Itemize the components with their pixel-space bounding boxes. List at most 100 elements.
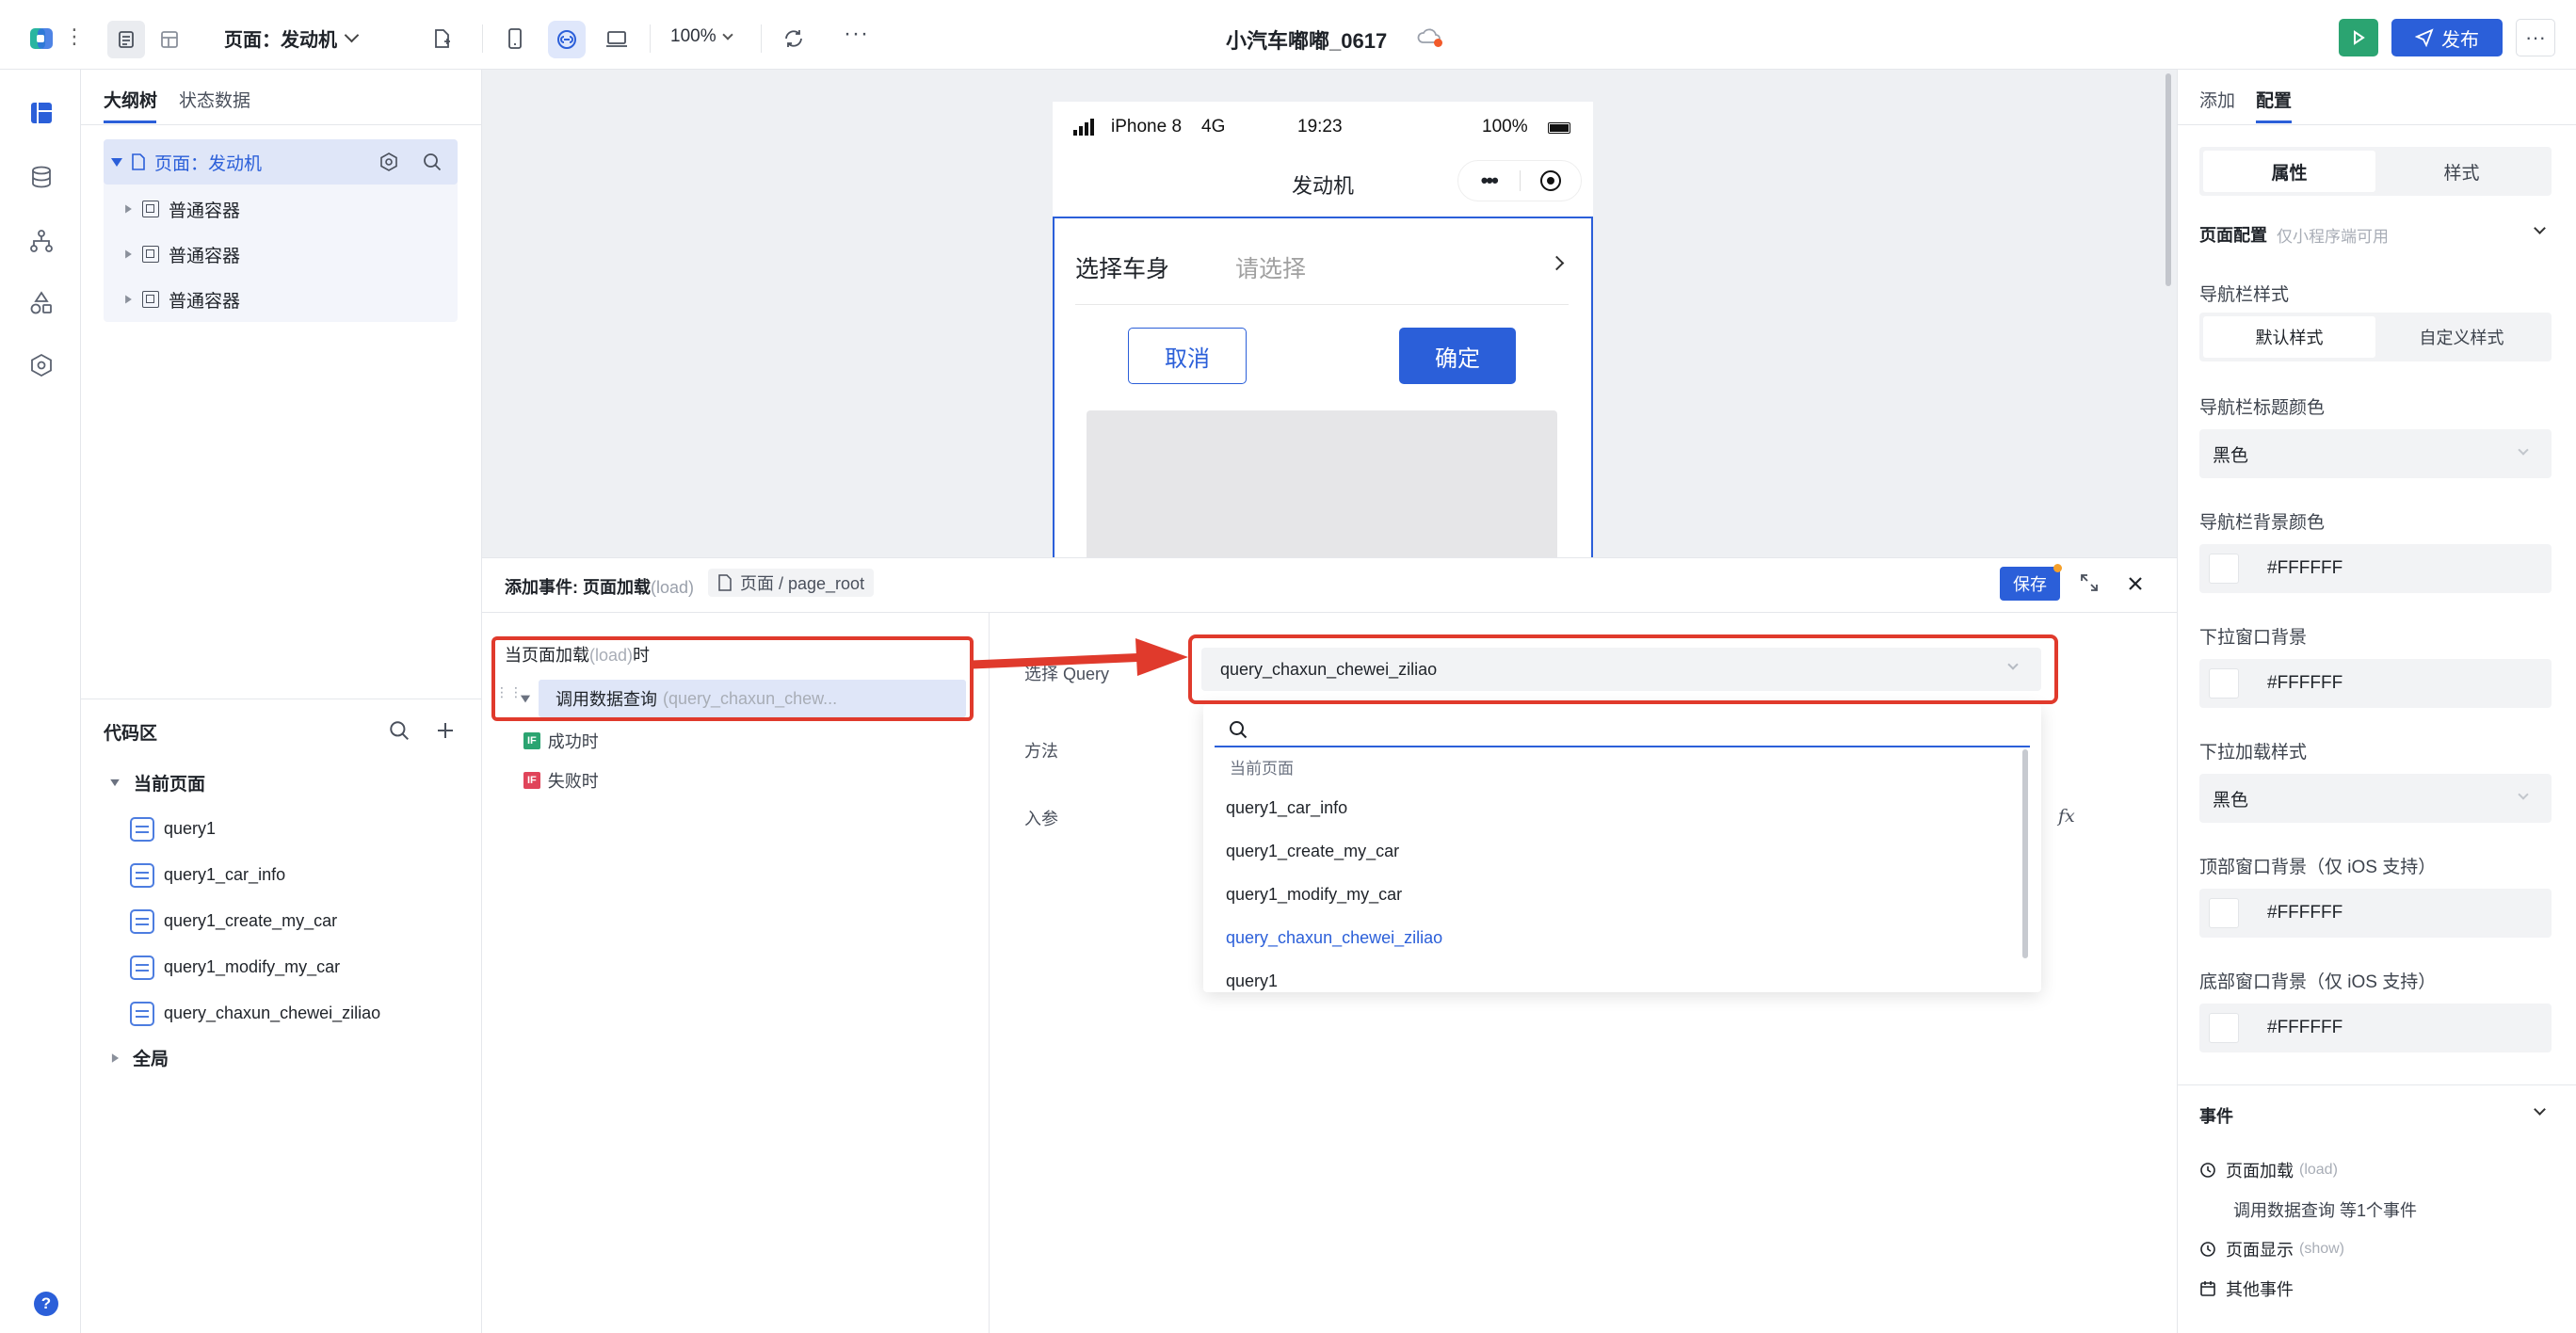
query-icon: [130, 908, 154, 934]
expand-icon[interactable]: [2079, 572, 2100, 593]
dropdown-option-selected[interactable]: query_chaxun_chewei_ziliao: [1226, 928, 1442, 948]
dropdown-option[interactable]: query1_car_info: [1226, 798, 1347, 818]
segment-attributes[interactable]: 属性: [2203, 151, 2375, 192]
pull-bg-input[interactable]: #FFFFFF: [2199, 659, 2552, 708]
search-icon[interactable]: [388, 719, 411, 742]
cancel-button[interactable]: 取消: [1128, 328, 1247, 384]
canvas-scrollbar[interactable]: [2165, 73, 2171, 286]
page-selector[interactable]: 页面：发动机: [224, 24, 360, 52]
query-item[interactable]: query1_modify_my_car: [130, 944, 469, 990]
components-icon[interactable]: [23, 284, 60, 322]
event-page-load[interactable]: 页面加载 (load): [2199, 1158, 2338, 1182]
zoom-selector[interactable]: 100%: [670, 26, 733, 47]
breadcrumb-label: 页面 / page_root: [740, 574, 865, 593]
search-icon[interactable]: [422, 152, 443, 172]
expand-icon: [125, 204, 132, 214]
database-icon[interactable]: [23, 158, 60, 196]
tab-config[interactable]: 配置: [2256, 87, 2292, 112]
tab-state-data[interactable]: 状态数据: [179, 87, 250, 112]
tree-node-container[interactable]: 普通容器: [104, 232, 458, 277]
bottom-bg-input[interactable]: #FFFFFF: [2199, 1004, 2552, 1052]
settings-icon[interactable]: [378, 152, 399, 172]
event-load-detail[interactable]: 调用数据查询 等1个事件: [2233, 1197, 2417, 1222]
tree-node-container[interactable]: 普通容器: [104, 186, 458, 232]
tab-outline-tree[interactable]: 大纲树: [104, 87, 157, 112]
layout-view-icon[interactable]: [151, 21, 188, 58]
dropdown-search[interactable]: [1215, 710, 2030, 747]
success-branch[interactable]: IF 成功时: [523, 729, 599, 753]
current-page-label: 当前页面: [134, 775, 206, 795]
code-current-page[interactable]: 当前页面: [109, 770, 205, 795]
refresh-icon[interactable]: [778, 23, 810, 55]
event-page-show[interactable]: 页面显示 (show): [2199, 1237, 2344, 1261]
add-page-icon[interactable]: [426, 23, 458, 55]
battery-icon: [1548, 122, 1570, 134]
query-item[interactable]: query1_car_info: [130, 852, 469, 898]
add-icon[interactable]: [435, 720, 456, 741]
segment-attributes-label: 属性: [2271, 163, 2308, 184]
more-menu[interactable]: ···: [844, 21, 869, 47]
nav-title-color-select[interactable]: 黑色: [2199, 429, 2552, 478]
settings-hex-icon[interactable]: [23, 346, 60, 384]
close-icon[interactable]: [2126, 574, 2145, 593]
tree-node-container[interactable]: 普通容器: [104, 277, 458, 322]
run-button[interactable]: [2339, 19, 2378, 56]
other-events[interactable]: 其他事件: [2199, 1277, 2294, 1301]
nav-title-color-label: 导航栏标题颜色: [2199, 398, 2326, 418]
segment-styles[interactable]: 样式: [2375, 151, 2548, 192]
confirm-button[interactable]: 确定: [1399, 328, 1516, 384]
app-switch-dots[interactable]: ⋮: [64, 24, 85, 49]
query-list: query1 query1_car_info query1_create_my_…: [130, 806, 469, 1036]
color-swatch[interactable]: [2209, 554, 2239, 584]
dropdown-scrollbar[interactable]: [2022, 749, 2028, 958]
query-item[interactable]: query1: [130, 806, 469, 852]
top-bg-value: #FFFFFF: [2267, 903, 2343, 923]
breadcrumb[interactable]: 页面 / page_root: [708, 569, 875, 597]
nav-style-default[interactable]: 默认样式: [2203, 316, 2375, 358]
dropdown-option[interactable]: query1_create_my_car: [1226, 842, 1399, 861]
outline-panel-icon[interactable]: [23, 94, 60, 132]
pull-style-label: 下拉加载样式: [2199, 743, 2308, 763]
nav-style-custom[interactable]: 自定义样式: [2375, 316, 2548, 358]
dropdown-option[interactable]: query1_modify_my_car: [1226, 885, 1402, 905]
car-body-picker[interactable]: 选择车身 请选择: [1075, 243, 1569, 305]
overflow-menu-button[interactable]: ···: [2516, 19, 2555, 56]
query-item[interactable]: query1_create_my_car: [130, 898, 469, 944]
chevron-down-icon: [344, 27, 360, 43]
confirm-label: 确定: [1435, 345, 1480, 372]
flow-icon[interactable]: [23, 222, 60, 260]
events-section[interactable]: 事件: [2199, 1103, 2552, 1128]
publish-button[interactable]: 发布: [2391, 19, 2503, 56]
nav-style-default-label: 默认样式: [2255, 329, 2324, 347]
tab-add[interactable]: 添加: [2199, 87, 2235, 112]
cloud-sync-icon[interactable]: [1416, 26, 1442, 47]
unsaved-dot: [2053, 564, 2062, 572]
picker-label: 选择车身: [1075, 256, 1170, 282]
code-global[interactable]: 全局: [111, 1045, 169, 1070]
mobile-device-icon[interactable]: [499, 23, 531, 55]
top-bg-input[interactable]: #FFFFFF: [2199, 889, 2552, 938]
page-config-section[interactable]: 页面配置 仅小程序端可用: [2199, 222, 2552, 247]
formula-fx-icon[interactable]: fx: [2058, 806, 2075, 827]
tree-node-page[interactable]: 页面：发动机: [104, 139, 458, 185]
fail-branch[interactable]: IF 失败时: [523, 768, 599, 793]
nav-bg-color-input[interactable]: #FFFFFF: [2199, 544, 2552, 593]
dropdown-option[interactable]: query1: [1226, 972, 1278, 991]
save-button[interactable]: 保存: [2000, 564, 2062, 601]
query-item-label: query1_modify_my_car: [164, 957, 341, 976]
close-miniprogram-icon[interactable]: [1521, 170, 1582, 191]
outline-view-icon[interactable]: [107, 21, 145, 58]
color-swatch[interactable]: [2209, 1013, 2239, 1043]
app-logo[interactable]: [28, 24, 56, 53]
color-swatch[interactable]: [2209, 898, 2239, 928]
top-bg-label: 顶部窗口背景（仅 iOS 支持）: [2199, 858, 2437, 877]
pull-style-select[interactable]: 黑色: [2199, 774, 2552, 823]
desktop-device-icon[interactable]: [601, 23, 633, 55]
query-item[interactable]: query_chaxun_chewei_ziliao: [130, 990, 469, 1036]
capsule-menu[interactable]: •••: [1457, 160, 1582, 201]
highlight-box: [491, 636, 974, 721]
help-icon[interactable]: ?: [34, 1292, 58, 1316]
color-swatch[interactable]: [2209, 668, 2239, 699]
miniprogram-device-icon[interactable]: [548, 21, 586, 58]
more-dots-icon[interactable]: •••: [1458, 169, 1520, 193]
